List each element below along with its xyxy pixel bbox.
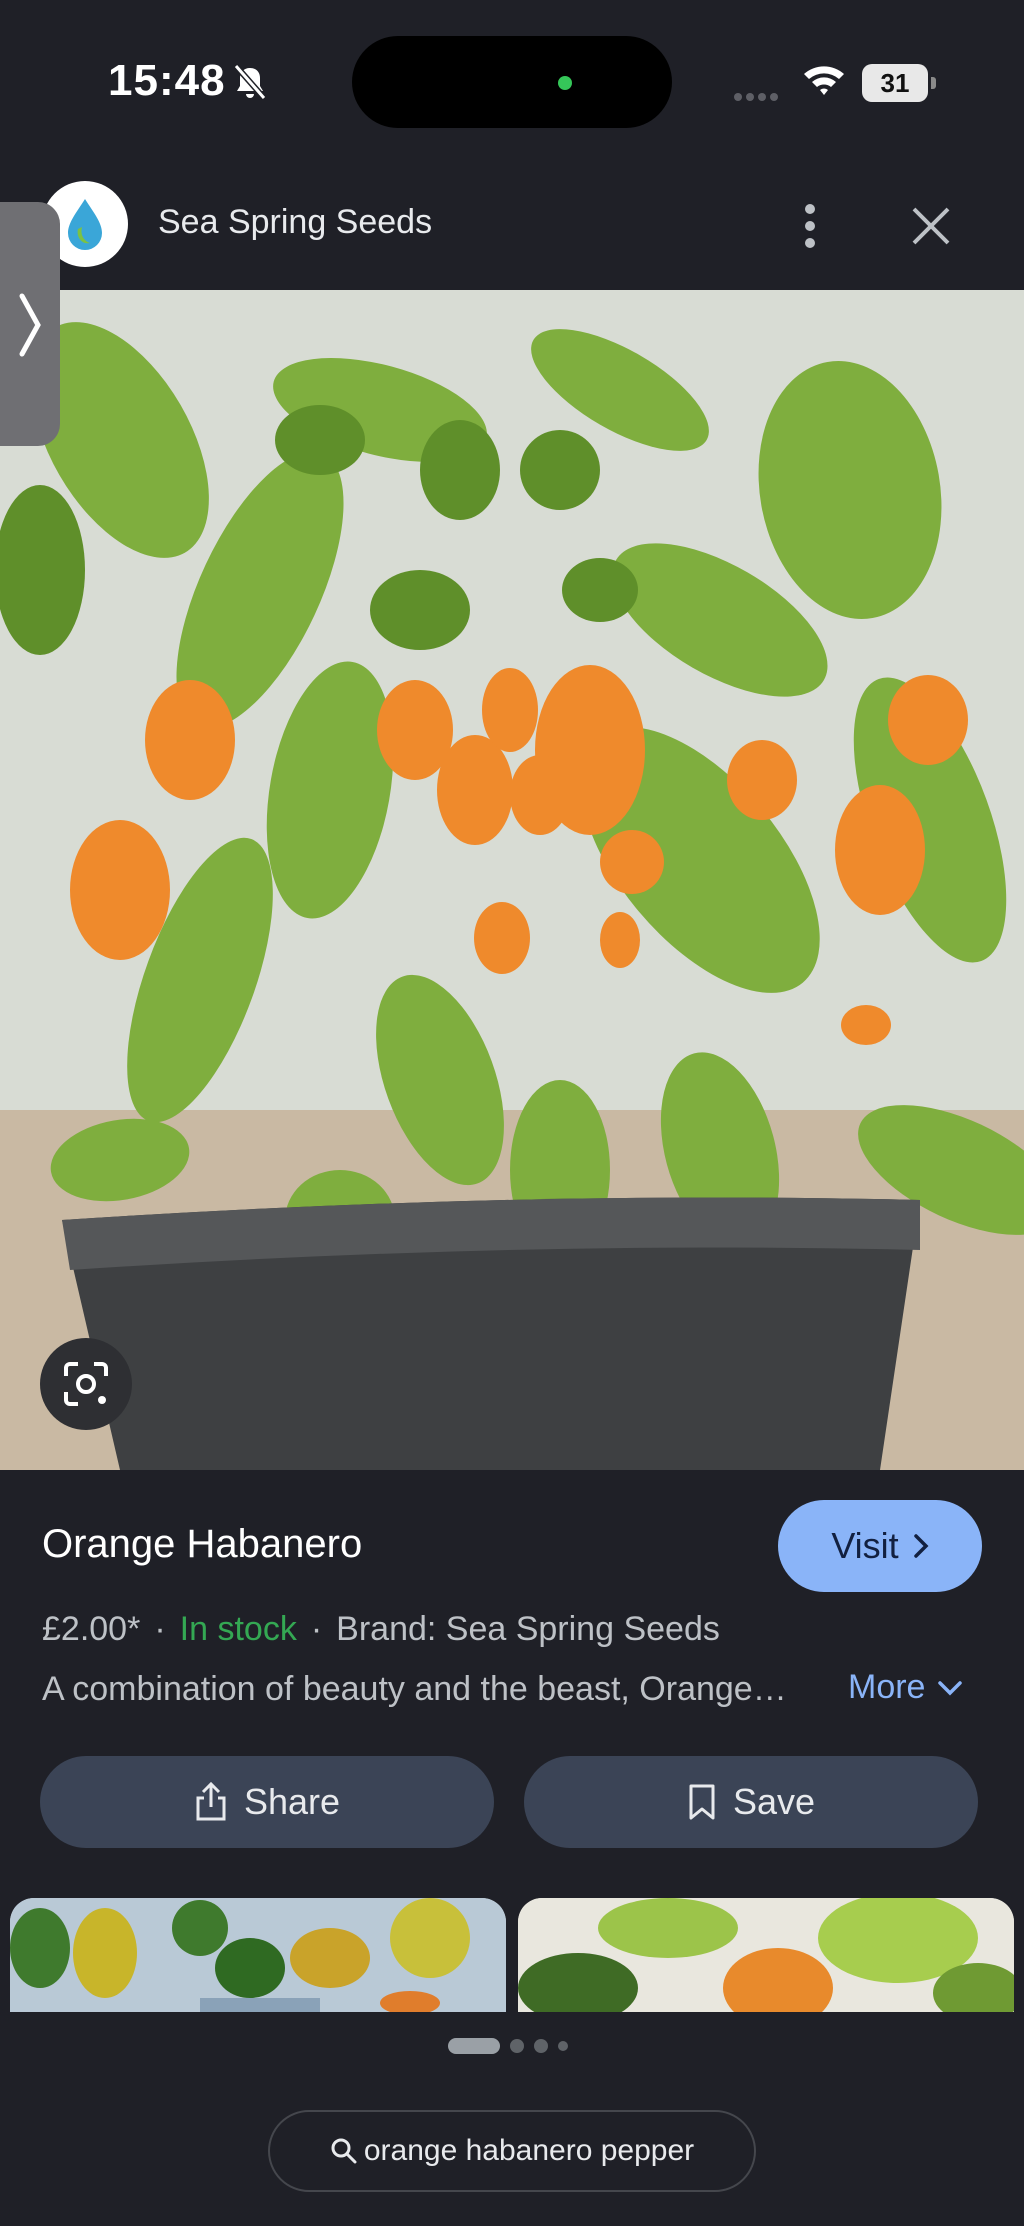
product-description: A combination of beauty and the beast, O… — [42, 1670, 787, 1708]
bell-slash-icon — [233, 64, 267, 100]
lens-icon — [64, 1362, 108, 1406]
visit-label: Visit — [831, 1525, 899, 1566]
pager-dot — [510, 2039, 524, 2053]
product-price: £2.00* — [42, 1610, 141, 1648]
product-title: Orange Habanero — [42, 1522, 363, 1566]
status-bar: 15:48 31 — [0, 0, 1024, 165]
share-button[interactable]: Share — [40, 1756, 494, 1848]
chevron-right-icon — [19, 293, 41, 357]
cellular-signal-icon — [734, 88, 784, 101]
wifi-icon — [804, 66, 844, 95]
source-header: Sea Spring Seeds — [0, 165, 1024, 290]
chevron-down-icon — [938, 1680, 963, 1695]
pager-dot — [534, 2039, 548, 2053]
more-link[interactable]: More — [848, 1668, 963, 1707]
carousel-pager — [448, 2038, 568, 2054]
product-brand: Brand: Sea Spring Seeds — [336, 1610, 720, 1648]
search-icon — [331, 2138, 357, 2164]
product-meta: £2.00* · In stock · Brand: Sea Spring Seeds — [42, 1610, 720, 1648]
save-button[interactable]: Save — [524, 1756, 978, 1848]
stock-status: In stock — [179, 1610, 297, 1648]
related-image-thumbnail[interactable] — [10, 1898, 506, 2012]
pager-dot — [558, 2041, 568, 2051]
dynamic-island — [352, 36, 672, 128]
save-label: Save — [732, 1781, 816, 1822]
battery-icon: 31 — [862, 64, 936, 102]
pepper-plant-thumbnail-image — [518, 1898, 1014, 2012]
more-vert-icon[interactable] — [790, 201, 830, 251]
search-query: orange habanero pepper — [363, 2134, 695, 2167]
lens-search-button[interactable] — [40, 1338, 132, 1430]
side-expand-tab[interactable] — [0, 202, 60, 446]
chevron-right-icon — [913, 1534, 929, 1558]
product-image[interactable] — [0, 290, 1024, 1470]
pager-dot-active — [448, 2038, 500, 2054]
share-icon — [196, 1782, 226, 1821]
share-label: Share — [243, 1781, 341, 1822]
close-icon[interactable] — [906, 201, 956, 251]
camera-indicator — [558, 76, 572, 90]
related-image-thumbnail[interactable] — [518, 1898, 1014, 2012]
battery-level: 31 — [862, 64, 928, 102]
site-name[interactable]: Sea Spring Seeds — [158, 203, 432, 242]
peppers-thumbnail-image — [10, 1898, 506, 2012]
more-label: More — [848, 1668, 926, 1706]
bookmark-icon — [689, 1784, 715, 1820]
search-chip[interactable]: orange habanero pepper — [268, 2110, 756, 2192]
status-time: 15:48 — [108, 56, 226, 105]
habanero-plant-image — [0, 290, 1024, 1470]
visit-button[interactable]: Visit — [778, 1500, 982, 1592]
